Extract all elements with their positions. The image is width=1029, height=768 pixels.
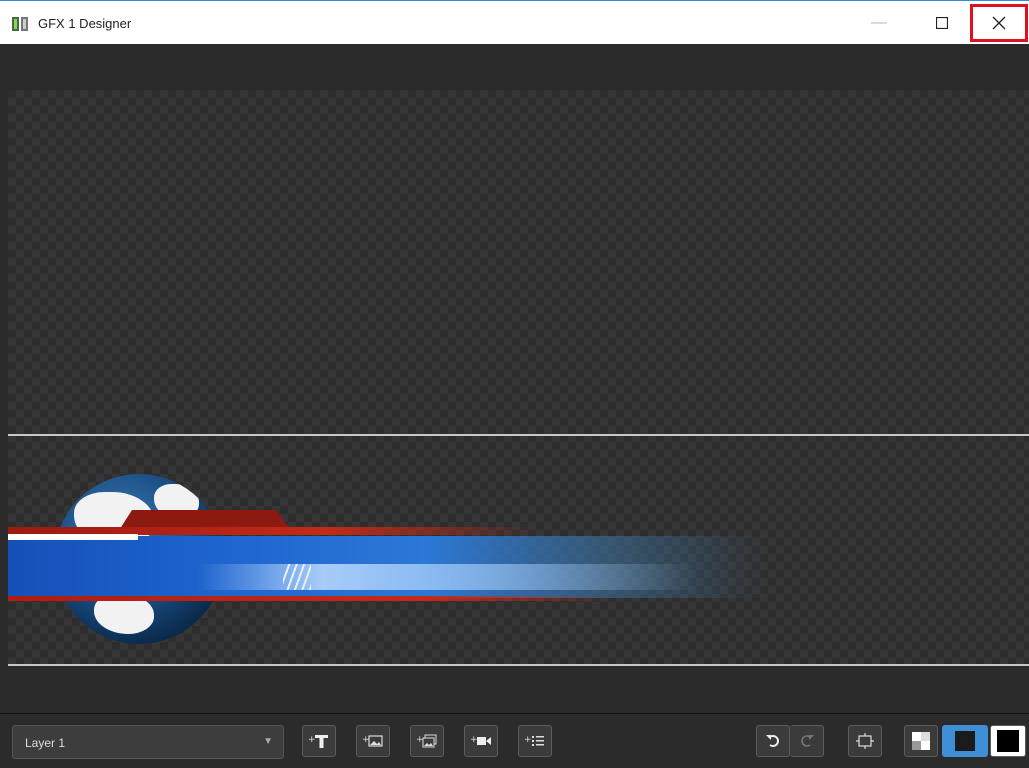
- layer-select-value: Layer 1: [25, 736, 66, 750]
- svg-text:+: +: [308, 735, 316, 745]
- maximize-icon: [936, 17, 948, 29]
- add-video-button[interactable]: +: [464, 725, 498, 757]
- app-icon: [12, 17, 28, 31]
- title-safe-guide-bottom: [8, 664, 1029, 666]
- background-black-button[interactable]: [990, 725, 1026, 757]
- lower-third-white-line: [8, 534, 138, 540]
- graphic-canvas[interactable]: [8, 44, 1029, 666]
- svg-text:+: +: [416, 735, 424, 745]
- add-image-sequence-button[interactable]: +: [410, 725, 444, 757]
- svg-text:+: +: [470, 735, 478, 745]
- background-blue-button[interactable]: [942, 725, 988, 757]
- safe-area-icon: [856, 733, 874, 749]
- image-plus-icon: +: [362, 735, 383, 747]
- minimize-button[interactable]: —: [856, 1, 902, 45]
- undo-button[interactable]: [756, 725, 790, 757]
- safe-area-button[interactable]: [848, 725, 882, 757]
- minimize-icon: —: [871, 14, 887, 31]
- lower-third-stripes: [283, 564, 311, 590]
- close-icon: [992, 16, 1006, 30]
- background-checker-button[interactable]: [904, 725, 938, 757]
- undo-icon: [766, 735, 779, 747]
- bottom-toolbar: Layer 1 ▼ + + + + +: [0, 713, 1029, 768]
- title-safe-guide-top: [8, 434, 1029, 436]
- title-bar: GFX 1 Designer —: [0, 0, 1029, 44]
- black-swatch-icon: [997, 730, 1019, 752]
- lower-third-highlight: [198, 564, 698, 590]
- lower-third-red-bottom: [8, 596, 608, 601]
- image-sequence-plus-icon: +: [416, 734, 437, 748]
- list-plus-icon: +: [524, 735, 544, 746]
- video-plus-icon: +: [470, 735, 491, 745]
- checker-icon: [912, 732, 930, 750]
- blue-swatch-icon: [955, 731, 975, 751]
- maximize-button[interactable]: [919, 1, 965, 45]
- add-image-button[interactable]: +: [356, 725, 390, 757]
- close-button[interactable]: [970, 4, 1028, 42]
- window-title: GFX 1 Designer: [38, 16, 132, 31]
- text-plus-icon: +: [308, 735, 328, 748]
- svg-text:+: +: [524, 735, 532, 745]
- add-list-button[interactable]: +: [518, 725, 552, 757]
- redo-button[interactable]: [790, 725, 824, 757]
- chevron-down-icon: ▼: [263, 736, 273, 747]
- redo-icon: [800, 735, 814, 747]
- layer-select[interactable]: Layer 1 ▼: [12, 725, 284, 759]
- add-text-button[interactable]: +: [302, 725, 336, 757]
